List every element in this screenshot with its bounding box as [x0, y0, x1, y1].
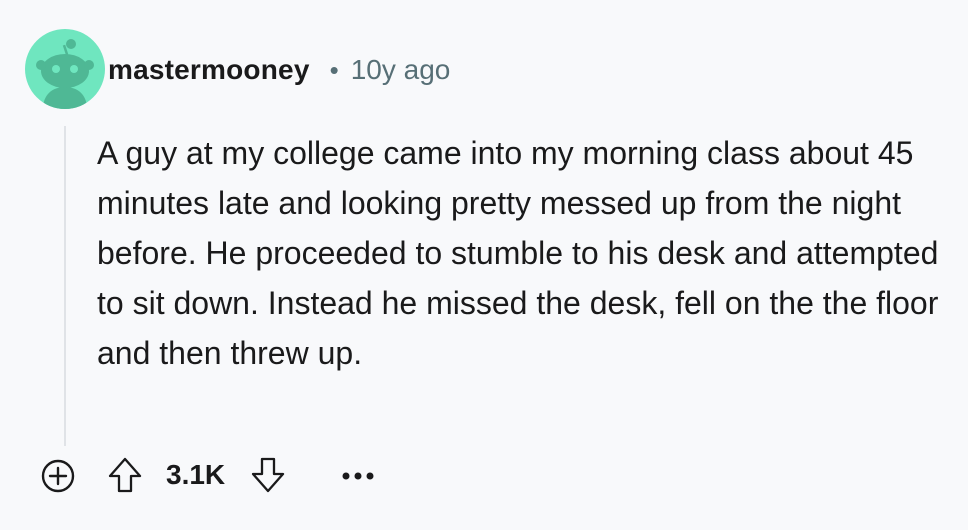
timestamp[interactable]: 10y ago — [351, 54, 451, 86]
comment-header: mastermooney • 10y ago — [108, 50, 450, 90]
separator-dot: • — [329, 54, 339, 85]
snoo-avatar-icon — [36, 39, 94, 109]
plus-circle-icon — [41, 459, 75, 493]
ellipsis-icon — [342, 472, 374, 480]
user-avatar[interactable] — [25, 29, 105, 109]
upvote-button[interactable] — [105, 454, 145, 496]
expand-button[interactable] — [38, 456, 78, 496]
comment-actions: 3.1K — [0, 448, 968, 500]
comment-body: A guy at my college came into my morning… — [97, 135, 939, 371]
arrow-down-icon — [251, 457, 285, 493]
thread-line[interactable] — [64, 126, 66, 446]
more-options-button[interactable] — [336, 458, 380, 494]
downvote-button[interactable] — [248, 454, 288, 496]
arrow-up-icon — [108, 457, 142, 493]
vote-score: 3.1K — [166, 459, 226, 490]
username-link[interactable]: mastermooney — [108, 54, 310, 86]
